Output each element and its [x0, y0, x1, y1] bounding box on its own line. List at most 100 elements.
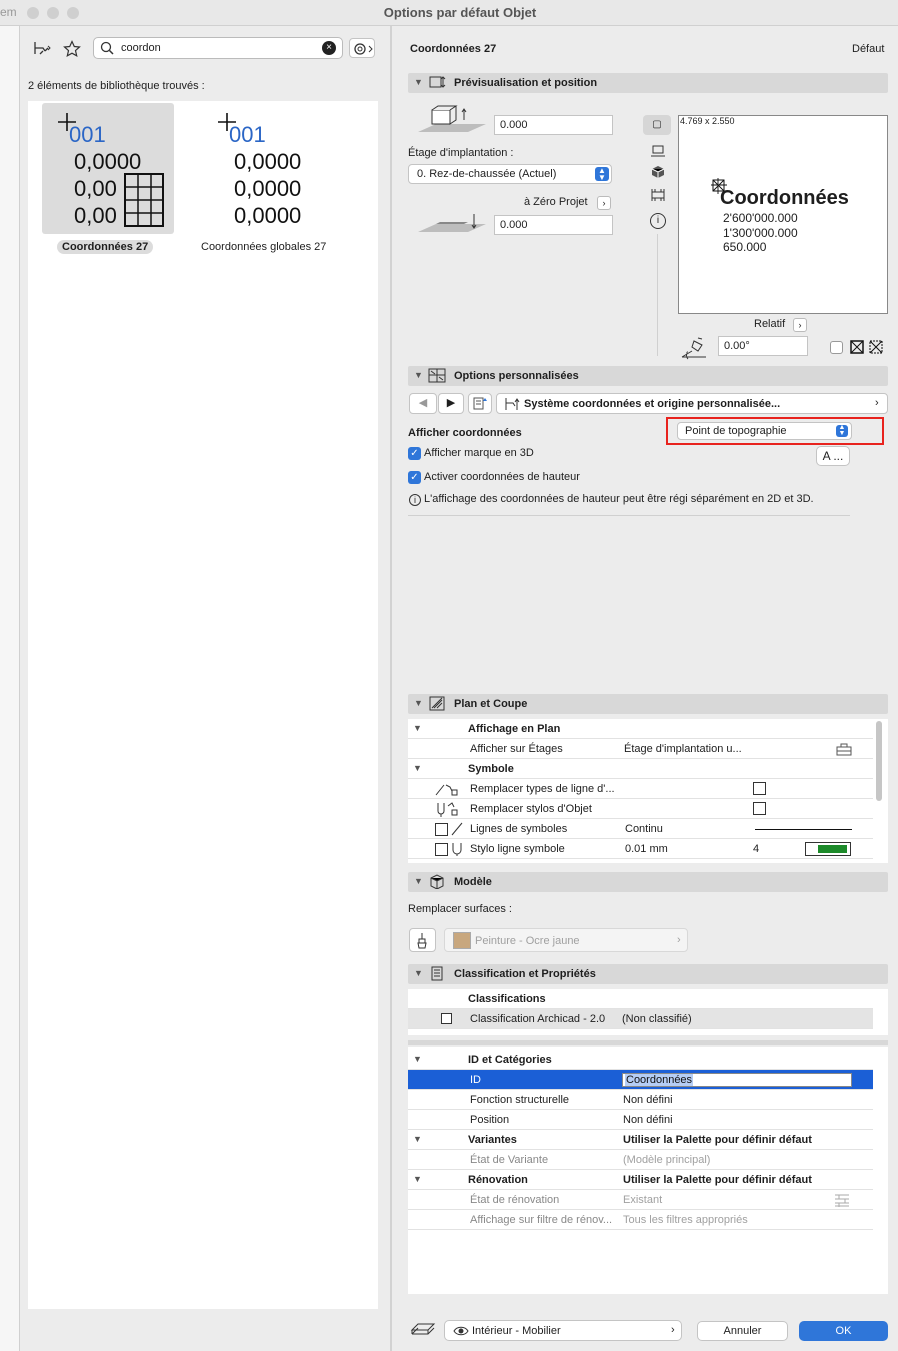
collapse-triangle-icon: ▼	[413, 1054, 422, 1064]
layer-icon	[410, 1320, 436, 1340]
row-checkbox[interactable]	[435, 823, 448, 836]
plan-scrollbar[interactable]	[876, 721, 882, 801]
table-icon	[124, 173, 164, 227]
pen-color-fill	[818, 845, 847, 853]
table-row[interactable]: Fonction structurelle Non défini	[408, 1090, 873, 1110]
section-classification-header[interactable]: ▼ Classification et Propriétés	[408, 964, 888, 984]
table-row-selected[interactable]: ID Coordonnées	[408, 1070, 873, 1090]
pen-override-icon	[434, 801, 460, 820]
table-row[interactable]: Remplacer types de ligne d'...	[408, 779, 873, 799]
previous-page-button[interactable]: ◀	[409, 393, 437, 414]
classification-checkbox[interactable]	[441, 1013, 452, 1024]
pen-color-swatch[interactable]	[805, 842, 851, 856]
custom-page-select[interactable]: Système coordonnées et origine personnal…	[496, 393, 888, 414]
mirror-x-icon[interactable]	[850, 340, 864, 354]
font-settings-button[interactable]: A ...	[816, 446, 850, 466]
afficher-coordonnees-select[interactable]: Point de topographie ▲ ▼	[677, 422, 852, 440]
group-label: Rénovation	[468, 1174, 528, 1186]
library-item-coordonnees-globales-27[interactable]: 001 0,0000 0,0000 0,0000	[202, 103, 334, 234]
table-row[interactable]: Remplacer stylos d'Objet	[408, 799, 873, 819]
section-label: Plan et Coupe	[454, 698, 528, 710]
collapse-triangle-icon: ▼	[414, 77, 423, 87]
search-icon	[100, 41, 114, 58]
ok-button[interactable]: OK	[799, 1321, 888, 1341]
line-type-icon	[434, 781, 460, 800]
group-row[interactable]: ▼ Rénovation Utiliser la Palette pour dé…	[408, 1170, 873, 1190]
surface-value: Peinture - Ocre jaune	[475, 935, 580, 947]
hauteur-label: Activer coordonnées de hauteur	[424, 471, 580, 483]
section-model-header[interactable]: ▼ Modèle	[408, 872, 888, 892]
mirror-y-icon[interactable]	[869, 340, 883, 354]
preview-line-1: 2'600'000.000	[723, 211, 798, 225]
angle-input[interactable]: 0.00°	[718, 336, 808, 356]
chevron-right-icon: ›	[671, 1324, 675, 1336]
offset-top-input[interactable]: 0.000	[494, 115, 613, 135]
page-list-icon[interactable]	[468, 393, 492, 414]
pen-icon	[451, 842, 463, 859]
row-label: Stylo ligne symbole	[470, 843, 565, 855]
collapse-triangle-icon: ▼	[413, 723, 422, 733]
group-row[interactable]: ▼ Variantes Utiliser la Palette pour déf…	[408, 1130, 873, 1150]
item-line-4: 0,0000	[234, 203, 302, 228]
story-select[interactable]: 0. Rez-de-chaussée (Actuel) ▲ ▼	[408, 164, 612, 184]
table-row[interactable]: Stylo ligne symbole 0.01 mm 4	[408, 839, 873, 859]
row-value: (Non classifié)	[622, 1013, 692, 1025]
override-pen-checkbox[interactable]	[753, 802, 766, 815]
chevron-right-icon[interactable]: ›	[793, 318, 807, 332]
panel-divider[interactable]	[390, 26, 392, 1351]
favorite-folders-icon[interactable]	[32, 40, 52, 58]
library-item-coordonnees-27[interactable]: 001 0,0000 0,00 0,00	[42, 103, 174, 234]
view-section-icon[interactable]	[650, 142, 666, 158]
preview-title: Coordonnées	[720, 187, 849, 209]
view-2d-button[interactable]: ▢	[643, 115, 671, 135]
id-value: Coordonnées	[625, 1074, 694, 1086]
search-input[interactable]: coordon ×	[93, 37, 343, 59]
group-label: Classifications	[468, 993, 546, 1005]
layer-select[interactable]: Intérieur - Mobilier ›	[444, 1320, 682, 1341]
library-item-label: Coordonnées 27	[57, 240, 154, 254]
row-value: Existant	[623, 1194, 663, 1206]
gear-icon[interactable]	[349, 38, 375, 58]
collapse-triangle-icon: ▼	[413, 1134, 422, 1144]
override-line-checkbox[interactable]	[753, 782, 766, 795]
relatif-label: Relatif	[754, 318, 786, 330]
row-label: Fonction structurelle	[470, 1094, 570, 1106]
group-row[interactable]: ▼ ID et Catégories	[408, 1050, 873, 1070]
section-custom-header[interactable]: ▼ Options personnalisées	[408, 366, 888, 386]
table-row[interactable]: Classification Archicad - 2.0 (Non class…	[408, 1009, 873, 1029]
table-row: État de rénovation Existant	[408, 1190, 873, 1210]
clear-search-icon[interactable]: ×	[322, 41, 336, 55]
background-app-text: em	[0, 5, 17, 19]
chevron-right-icon[interactable]: ›	[597, 196, 611, 210]
group-row[interactable]: ▼ Affichage en Plan	[408, 719, 873, 739]
group-row: Classifications	[408, 989, 873, 1009]
table-row[interactable]: Afficher sur Étages Étage d'implantation…	[408, 739, 873, 759]
surface-select[interactable]: Peinture - Ocre jaune ›	[444, 928, 688, 952]
row-label: ID	[470, 1074, 481, 1086]
row-label: État de rénovation	[470, 1194, 560, 1206]
group-row[interactable]: ▼ Symbole	[408, 759, 873, 779]
hauteur-checkbox[interactable]: ✓	[408, 471, 421, 484]
star-icon[interactable]	[63, 40, 81, 58]
view-film-icon[interactable]	[650, 187, 666, 203]
collapse-triangle-icon: ▼	[414, 968, 423, 978]
offset-bottom-input[interactable]: 0.000	[494, 215, 613, 235]
next-page-button[interactable]: ▶	[438, 393, 464, 414]
table-row: Affichage sur filtre de rénov... Tous le…	[408, 1210, 873, 1230]
afficher-marque-3d-checkbox[interactable]: ✓	[408, 447, 421, 460]
group-label: Variantes	[468, 1134, 517, 1146]
view-3d-icon[interactable]	[650, 164, 666, 180]
table-row[interactable]: Lignes de symboles Continu	[408, 819, 873, 839]
cancel-button[interactable]: Annuler	[697, 1321, 788, 1341]
section-preview-header[interactable]: ▼ Prévisualisation et position	[408, 73, 888, 93]
mirror-checkbox[interactable]	[830, 341, 843, 354]
splitter[interactable]	[408, 1040, 888, 1045]
results-count: 2 éléments de bibliothèque trouvés :	[28, 80, 205, 92]
info-icon[interactable]: i	[650, 213, 666, 229]
group-label: ID et Catégories	[468, 1054, 552, 1066]
table-row[interactable]: Position Non défini	[408, 1110, 873, 1130]
section-plan-header[interactable]: ▼ Plan et Coupe	[408, 694, 888, 714]
paint-brush-icon[interactable]	[409, 928, 436, 952]
row-checkbox[interactable]	[435, 843, 448, 856]
search-value: coordon	[121, 42, 161, 54]
